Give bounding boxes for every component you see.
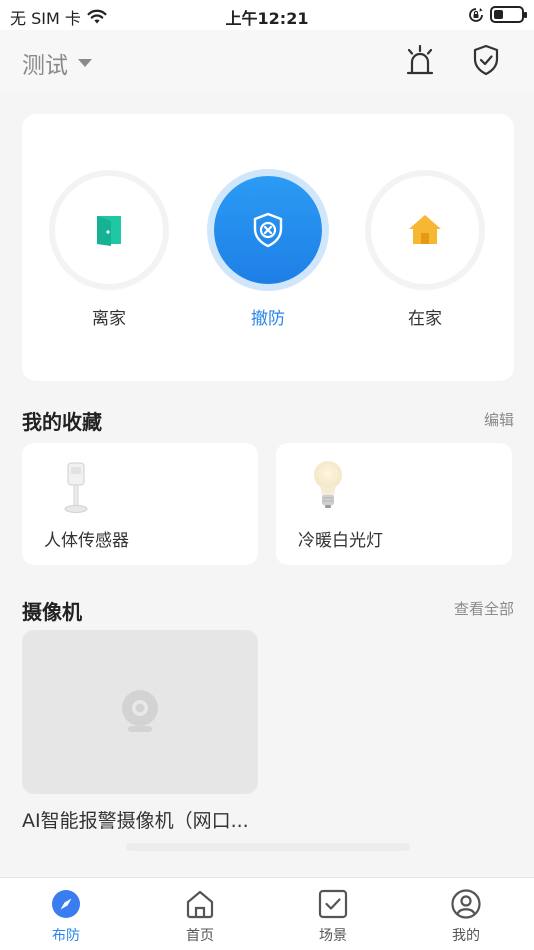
battery-icon [490,6,527,23]
favorites-edit-button[interactable]: 编辑 [484,409,514,430]
tab-scene[interactable]: 场景 [283,888,383,945]
shield-x-icon [253,212,283,248]
tab-arm[interactable]: 布防 [16,888,116,945]
home-outline-icon [186,890,214,919]
tab-bar: 布防 首页 场景 我的 [0,877,534,950]
favorite-device-label: 人体传感器 [44,531,129,551]
tab-arm-label: 布防 [52,928,80,944]
mode-home-label: 在家 [408,309,442,329]
profile-icon [451,889,481,919]
mode-away-label: 离家 [92,309,126,329]
mode-away-button[interactable]: 离家 [49,176,169,329]
scene-check-icon [318,889,348,919]
tab-profile[interactable]: 我的 [416,888,516,945]
status-right [468,6,527,23]
mode-disarm-button[interactable]: 撤防 [208,176,328,329]
compass-icon [52,890,80,918]
door-exit-icon [97,216,121,246]
light-bulb-icon [314,461,342,508]
motion-sensor-icon [64,462,88,513]
camera-name: AI智能报警摄像机（网口... [22,810,249,832]
home-name: 测试 [22,53,68,79]
tab-home[interactable]: 首页 [150,888,250,945]
favorite-device-card[interactable]: 冷暖白光灯 [276,443,512,565]
caret-down-icon [78,59,92,67]
favorite-device-label: 冷暖白光灯 [298,531,383,551]
status-bar: 无 SIM 卡 上午12:21 [0,0,534,30]
mode-disarm-circle [214,176,322,284]
scroll-indicator [126,843,410,851]
favorites-title: 我的收藏 [22,410,102,434]
tab-profile-label: 我的 [452,928,480,944]
home-icon [409,215,441,244]
camera-icon [122,690,158,732]
mode-home-button[interactable]: 在家 [365,176,485,329]
shield-check-icon[interactable] [468,42,504,78]
mode-away-circle [55,176,163,284]
mode-home-circle [371,176,479,284]
tab-home-label: 首页 [186,928,214,944]
battery-fill [494,10,504,19]
rotation-lock-icon [469,7,483,22]
cameras-view-all-button[interactable]: 查看全部 [454,598,514,619]
alarm-light-icon[interactable] [402,42,438,78]
mode-disarm-label: 撤防 [251,309,285,329]
favorite-device-card[interactable]: 人体传感器 [22,443,258,565]
tab-scene-label: 场景 [319,928,347,944]
home-selector[interactable]: 测试 [22,46,92,80]
camera-preview-card[interactable] [22,630,258,794]
security-mode-card: 离家 撤防 在家 [22,114,514,381]
header: 测试 [0,30,534,92]
status-time: 上午12:21 [225,9,309,28]
cameras-title: 摄像机 [22,600,82,624]
